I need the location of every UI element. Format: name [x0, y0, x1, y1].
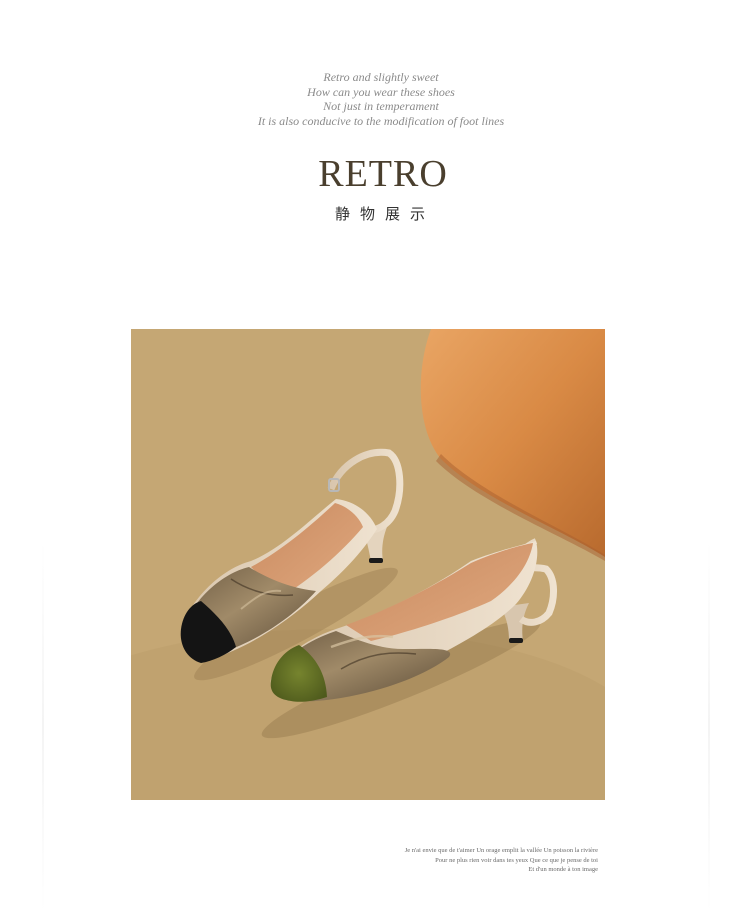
caption-line: Pour ne plus rien voir dans tes yeux Que… [435, 856, 598, 864]
caption-line: Et d'un monde à ton image [528, 866, 598, 873]
intro-line: Not just in temperament [323, 99, 439, 113]
intro-line: It is also conducive to the modification… [257, 113, 505, 128]
right-edge-shadow [708, 540, 710, 914]
shoes-illustration [131, 329, 605, 800]
page-subtitle: 静物展示 [334, 205, 435, 223]
page-title: RETRO [318, 153, 448, 195]
intro-text: Retro and slightly sweet How can you wea… [0, 70, 750, 128]
left-edge-shadow [42, 540, 44, 914]
intro-line: How can you wear these shoes [307, 84, 455, 99]
intro-line: Retro and slightly sweet [323, 70, 439, 84]
caption-line: Je n'ai envie que de t'aimer Un orage em… [404, 847, 598, 854]
poem-caption: Je n'ai envie que de t'aimer Un orage em… [300, 846, 598, 875]
product-photo [131, 329, 605, 800]
